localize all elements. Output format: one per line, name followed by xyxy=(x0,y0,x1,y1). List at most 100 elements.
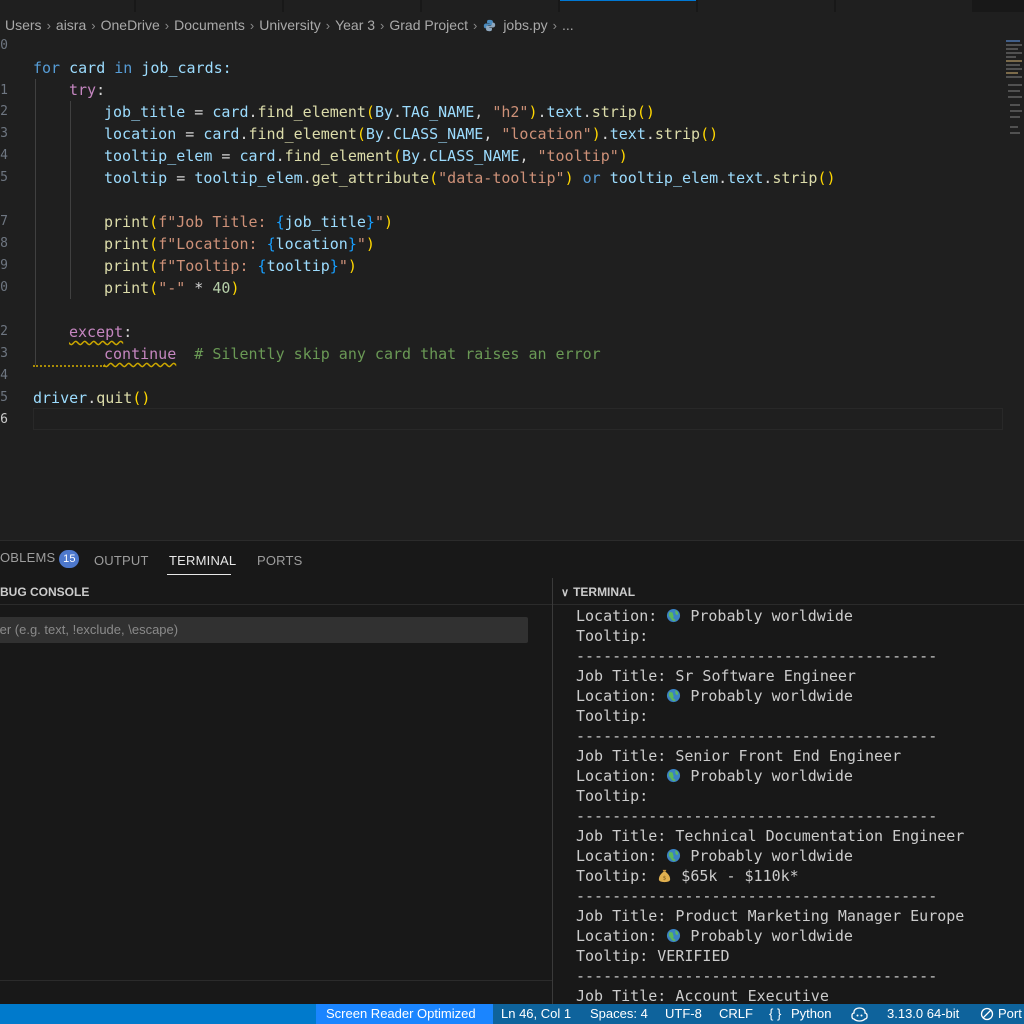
debug-console-header[interactable]: BUG CONSOLE xyxy=(0,578,552,605)
line-number: 8 xyxy=(0,236,8,251)
code-line: try: xyxy=(69,81,106,99)
problems-count-badge: 15 xyxy=(59,550,80,568)
terminal-separator-line: ---------------------------------------- xyxy=(576,807,938,825)
indentation[interactable]: Spaces: 4 xyxy=(590,1006,648,1021)
language-mode[interactable]: Python xyxy=(791,1006,831,1021)
breadcrumb-item[interactable]: Users xyxy=(4,17,43,33)
terminal-line: Location: Probably worldwide xyxy=(576,767,853,785)
code-editor[interactable]: 0 1 2 3 4 5 7 8 9 0 2 3 4 5 6 for card i… xyxy=(0,38,1024,540)
editor-tab[interactable] xyxy=(284,0,420,12)
tab-ports[interactable]: PORTS xyxy=(257,553,303,568)
line-ending[interactable]: CRLF xyxy=(719,1006,753,1021)
python-interpreter[interactable]: 3.13.0 64-bit xyxy=(887,1006,959,1021)
copilot-icon[interactable] xyxy=(851,1006,868,1022)
breadcrumb-file[interactable]: jobs.py xyxy=(502,17,548,33)
line-number: 4 xyxy=(0,368,8,383)
code-line: for card in job_cards: xyxy=(33,59,232,77)
line-number: 7 xyxy=(0,214,8,229)
code-line: tooltip = tooltip_elem.get_attribute("da… xyxy=(104,169,836,187)
terminal-separator-line: ---------------------------------------- xyxy=(576,967,938,985)
terminal-line: Job Title: Sr Software Engineer xyxy=(576,667,856,685)
tab-problems[interactable]: OBLEMS 15 xyxy=(0,550,80,568)
code-line: tooltip_elem = card.find_element(By.CLAS… xyxy=(104,147,628,165)
breadcrumb-item[interactable]: Documents xyxy=(173,17,246,33)
globe-icon xyxy=(666,767,681,785)
terminal-separator-line: ---------------------------------------- xyxy=(576,887,938,905)
breadcrumb-symbol[interactable]: ... xyxy=(561,17,575,33)
breadcrumb-item[interactable]: University xyxy=(258,17,321,33)
indent-guide xyxy=(35,79,36,365)
editor-tab-strip xyxy=(0,0,1024,13)
editor-tab[interactable] xyxy=(0,0,134,12)
chevron-right-icon: › xyxy=(91,17,96,33)
terminal-header[interactable]: ∨ TERMINAL xyxy=(553,578,1024,605)
indent-guide xyxy=(70,101,71,299)
code-line: driver.quit() xyxy=(33,389,151,407)
status-bar: Screen Reader Optimized Ln 46, Col 1 Spa… xyxy=(0,1004,1024,1024)
status-bar-left xyxy=(0,1004,316,1024)
line-number: 3 xyxy=(0,346,8,361)
terminal-line: Location: Probably worldwide xyxy=(576,687,853,705)
code-line: job_title = card.find_element(By.TAG_NAM… xyxy=(104,103,655,121)
globe-icon xyxy=(666,607,681,625)
line-number: 2 xyxy=(0,324,8,339)
money-bag-icon: $ xyxy=(657,867,672,885)
terminal-line: Tooltip: $ $65k - $110k* xyxy=(576,867,799,885)
line-number: 0 xyxy=(0,280,8,295)
python-file-icon xyxy=(484,19,496,31)
panel-tab-bar: OBLEMS 15 OUTPUT TERMINAL PORTS xyxy=(0,540,1024,579)
line-number: 3 xyxy=(0,126,8,141)
chevron-right-icon: › xyxy=(249,17,255,33)
breadcrumb-item[interactable]: OneDrive xyxy=(100,17,161,33)
code-line: print(f"Tooltip: {tooltip}") xyxy=(104,257,357,275)
minimap[interactable] xyxy=(1004,38,1024,148)
cursor-position[interactable]: Ln 46, Col 1 xyxy=(501,1006,571,1021)
terminal-line: Tooltip: xyxy=(576,707,649,725)
editor-tab[interactable] xyxy=(422,0,558,12)
chevron-down-icon: ∨ xyxy=(561,587,570,599)
braces-icon: { } xyxy=(769,1006,782,1021)
tab-terminal[interactable]: TERMINAL xyxy=(169,553,236,568)
editor-tab[interactable] xyxy=(836,0,972,12)
terminal-separator-line: ---------------------------------------- xyxy=(576,727,938,745)
line-number: 5 xyxy=(0,170,8,185)
terminal-line: Tooltip: xyxy=(576,787,649,805)
ports-status[interactable]: Port xyxy=(998,1006,1022,1021)
terminal-separator-line: ---------------------------------------- xyxy=(576,647,938,665)
globe-icon xyxy=(666,687,681,705)
terminal-line: Location: Probably worldwide xyxy=(576,847,853,865)
screen-reader-status[interactable]: Screen Reader Optimized xyxy=(316,1004,493,1024)
line-number: 5 xyxy=(0,390,8,405)
tab-output[interactable]: OUTPUT xyxy=(94,553,149,568)
terminal-line: Job Title: Product Marketing Manager Eur… xyxy=(576,907,965,925)
code-line: except: xyxy=(69,323,133,341)
terminal-pane[interactable]: ∨ TERMINAL Location: Probably worldwide To… xyxy=(553,578,1024,1004)
chevron-right-icon: › xyxy=(472,17,478,33)
terminal-line: Tooltip: VERIFIED xyxy=(576,947,730,965)
breadcrumb-item[interactable]: Year 3 xyxy=(334,17,376,33)
code-line: location = card.find_element(By.CLASS_NA… xyxy=(104,125,719,143)
encoding[interactable]: UTF-8 xyxy=(665,1006,702,1021)
debug-console-pane: BUG CONSOLE ter (e.g. text, !exclude, \e… xyxy=(0,578,552,1004)
terminal-line: Location: Probably worldwide xyxy=(576,607,853,625)
line-number: 2 xyxy=(0,104,8,119)
code-line: continue # Silently skip any card that r… xyxy=(104,345,601,363)
editor-tab[interactable] xyxy=(136,0,282,12)
debug-filter-input[interactable]: ter (e.g. text, !exclude, \escape) xyxy=(0,617,528,643)
code-line: print(f"Location: {location}") xyxy=(104,235,375,253)
code-line: print(f"Job Title: {job_title}") xyxy=(104,213,393,231)
breadcrumb-item[interactable]: Grad Project xyxy=(388,17,469,33)
active-tab-indicator xyxy=(167,574,231,575)
current-line-highlight xyxy=(33,408,1003,430)
chevron-right-icon: › xyxy=(325,17,331,33)
svg-text:$: $ xyxy=(663,876,667,882)
terminal-line: Tooltip: xyxy=(576,627,649,645)
line-number: 4 xyxy=(0,148,8,163)
breadcrumb-item[interactable]: aisra xyxy=(55,17,87,33)
line-number: 0 xyxy=(0,38,8,53)
warning-squiggle xyxy=(33,363,105,367)
globe-icon xyxy=(666,927,681,945)
chevron-right-icon: › xyxy=(380,17,385,33)
editor-tab[interactable] xyxy=(698,0,834,12)
line-number: 1 xyxy=(0,83,8,98)
